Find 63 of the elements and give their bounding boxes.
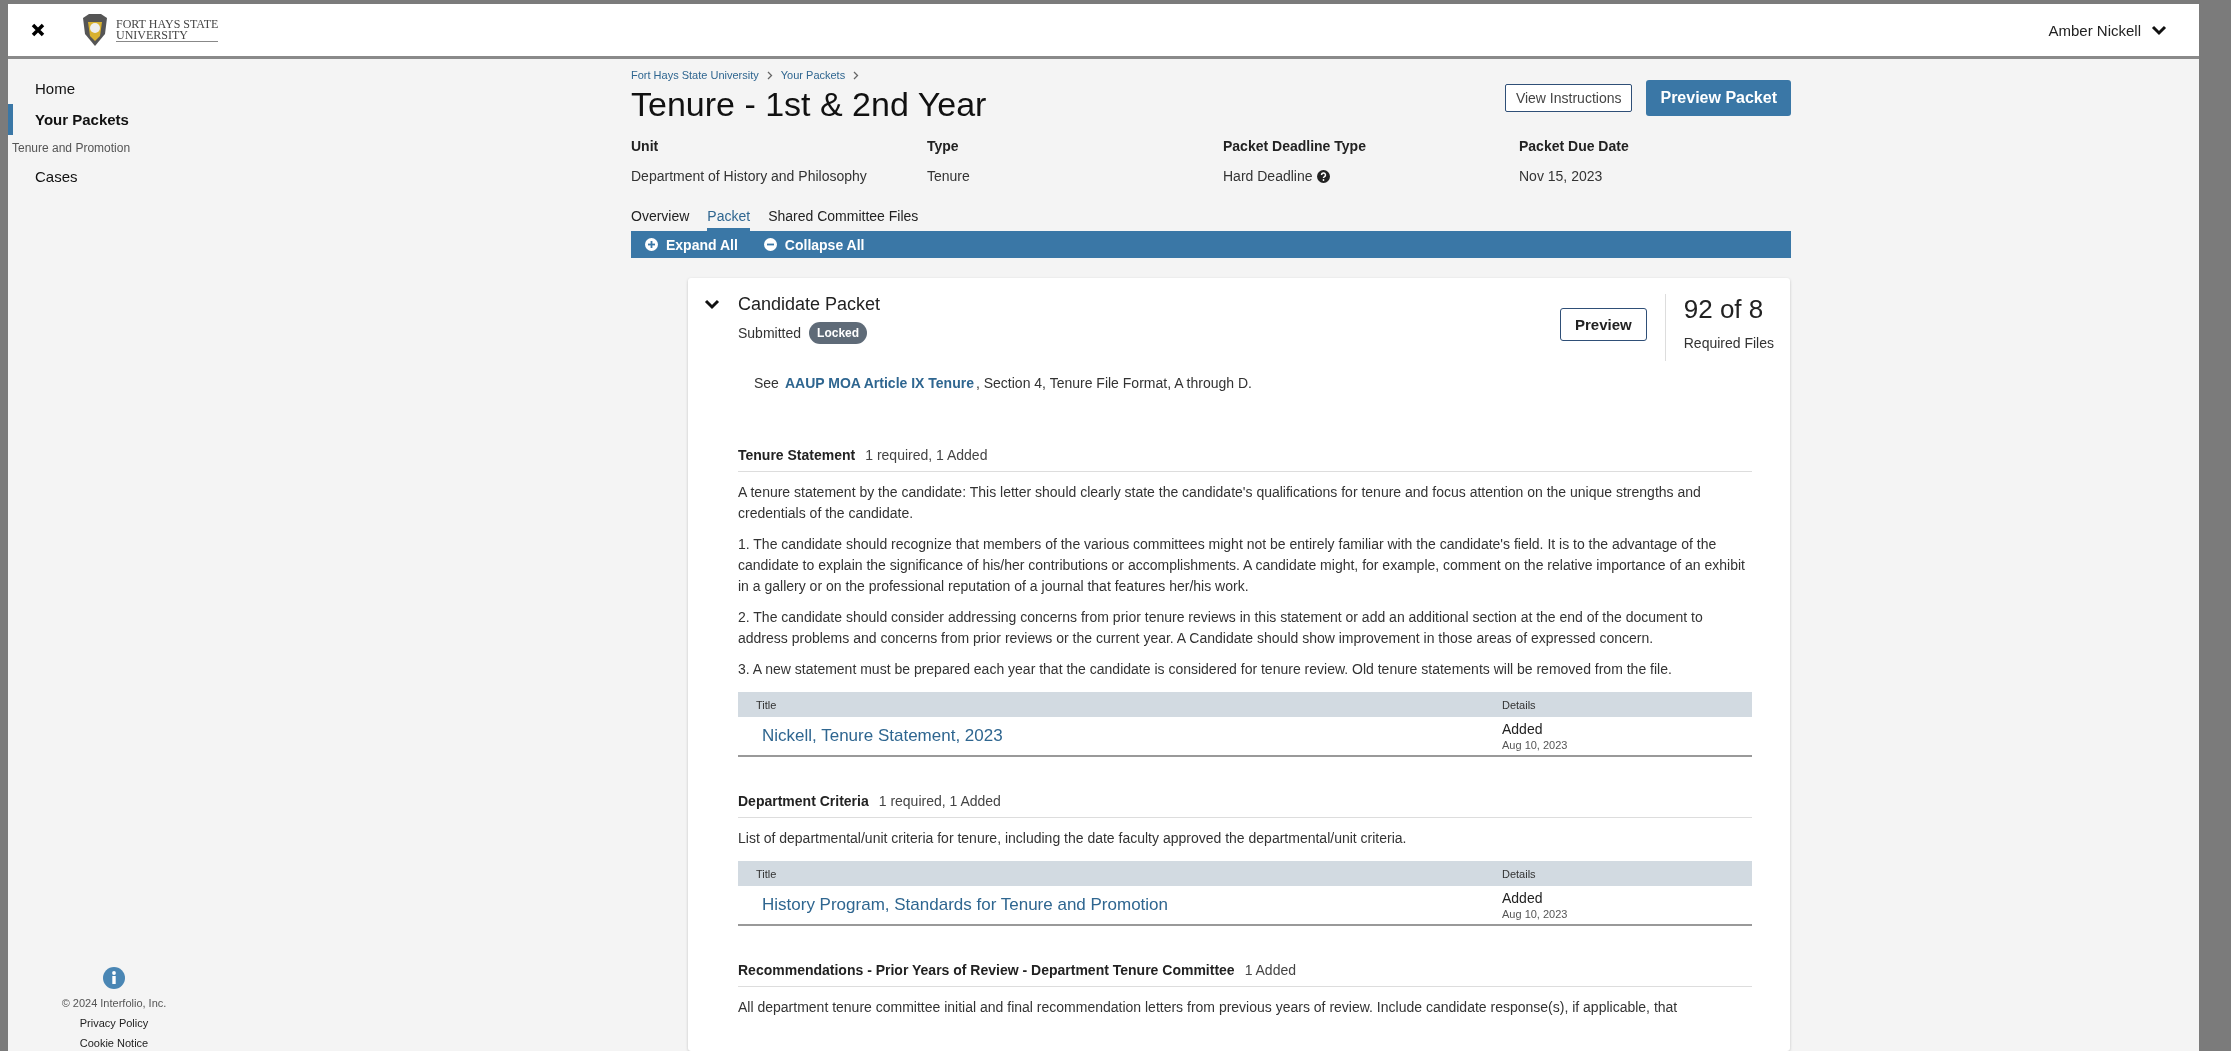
section-title: Tenure Statement	[738, 447, 856, 463]
collapse-all-button[interactable]: Collapse All	[763, 236, 865, 253]
section-description: 3. A new statement must be prepared each year that the candidate is considered for tenure review. Old tenure statements will be removed from the file.	[738, 660, 1673, 679]
section-description: 2. The candidate should consider addressing concerns from prior tenure reviews in this statement or add an additional section at the end of the document to address problems and concerns from prior reviews or the current year. A Candidate should show improvement in those areas of expressed concern.	[738, 608, 1704, 648]
file-date: Aug 10, 2023	[1502, 739, 1569, 751]
required-files-count: 92 of 8	[1683, 294, 1765, 325]
file-date: Aug 10, 2023	[1502, 908, 1569, 920]
section-title: Recommendations - Prior Years of Review - Department Tenure Committee	[738, 962, 1235, 978]
meta-label: Packet Deadline Type	[1223, 138, 1367, 154]
meta-label: Unit	[631, 138, 660, 154]
preview-button[interactable]: Preview	[1560, 308, 1647, 341]
required-files-label: Required Files	[1683, 335, 1774, 351]
file-status: Added	[1502, 721, 1544, 737]
section-summary: 1 required, 1 Added	[878, 793, 1001, 809]
section-description: List of departmental/unit criteria for tenure, including the date faculty approved the departmental/unit criteria.	[738, 829, 1408, 848]
column-heading: Details	[1502, 867, 1537, 880]
packet-status: Submitted	[738, 325, 802, 341]
section-description: All department tenure committee initial and final recommendation letters from previous years of review. Include candidate response(s), if applicable, that	[738, 998, 1679, 1017]
file-status: Added	[1502, 890, 1544, 906]
section-summary: 1 required, 1 Added	[865, 447, 988, 463]
meta-label: Packet Due Date	[1519, 138, 1630, 154]
close-icon	[31, 23, 45, 37]
meta-value: Tenure	[927, 168, 970, 184]
help-icon[interactable]	[1316, 169, 1330, 183]
column-heading: Title	[756, 698, 778, 711]
meta-label: Type	[927, 138, 960, 154]
column-heading: Title	[756, 867, 778, 880]
minus-circle-icon	[763, 238, 777, 251]
sidebar-item[interactable]: Cases	[8, 161, 220, 192]
section-summary: 1 Added	[1244, 962, 1296, 978]
tab[interactable]: Shared Committee Files	[768, 208, 919, 231]
meta-value: Hard Deadline	[1223, 168, 1313, 184]
footer-link[interactable]: Cookie Notice	[79, 1037, 149, 1049]
tab[interactable]: Overview	[631, 208, 690, 231]
view-instructions-button[interactable]: View Instructions	[1504, 83, 1633, 112]
breadcrumb-link[interactable]: Your Packets	[780, 69, 846, 81]
copyright-text: © 2024 Interfolio, Inc.	[61, 997, 167, 1009]
file-link[interactable]: Nickell, Tenure Statement, 2023	[762, 726, 1003, 746]
info-icon[interactable]	[103, 967, 125, 989]
sidebar-section-label: Tenure and Promotion	[11, 140, 132, 157]
meta-value: Nov 15, 2023	[1519, 168, 1603, 184]
preview-packet-button[interactable]: Preview Packet	[1646, 79, 1791, 116]
packet-note: See AAUP MOA Article IX Tenure, Section 4, Tenure File Format, A through D.	[754, 375, 1253, 391]
university-logo-text: FORT HAYS STATE UNIVERSITY	[116, 18, 219, 42]
packet-title: Candidate Packet	[738, 294, 882, 315]
chevron-right-icon	[853, 70, 860, 80]
sidebar-item[interactable]: Your Packets	[8, 104, 220, 135]
breadcrumb-link[interactable]: Fort Hays State University	[631, 69, 759, 81]
section-title: Department Criteria	[738, 793, 869, 809]
plus-circle-icon	[645, 238, 658, 251]
locked-badge: Locked	[809, 322, 868, 344]
section-description: 1. The candidate should recognize that members of the various committees might not be entirely familiar with the candidate's field. It is to the advantage of the candidate to explain the significance of his/her contributions or accomplishments. A candidate might, for example, comment on the relative importance of an exhibit in a gallery or on the professional reputation of a journal that features her/his work.	[738, 535, 1746, 596]
meta-value: Department of History and Philosophy	[631, 168, 867, 184]
user-menu[interactable]: Amber Nickell	[2042, 20, 2173, 40]
article-link[interactable]: AAUP MOA Article IX Tenure	[784, 375, 974, 391]
file-link[interactable]: History Program, Standards for Tenure and Promotion	[762, 895, 1168, 915]
column-heading: Details	[1502, 698, 1537, 711]
sidebar-item[interactable]: Home	[8, 73, 220, 104]
footer-link[interactable]: Privacy Policy	[79, 1017, 149, 1029]
chevron-right-icon	[766, 70, 773, 80]
expand-all-button[interactable]: Expand All	[645, 236, 738, 253]
page-title: Tenure - 1st & 2nd Year	[631, 85, 988, 124]
section-description: A tenure statement by the candidate: This letter should clearly state the candidate's qualifications for tenure and focus attention on the unique strengths and credentials of the candidate.	[738, 483, 1702, 523]
